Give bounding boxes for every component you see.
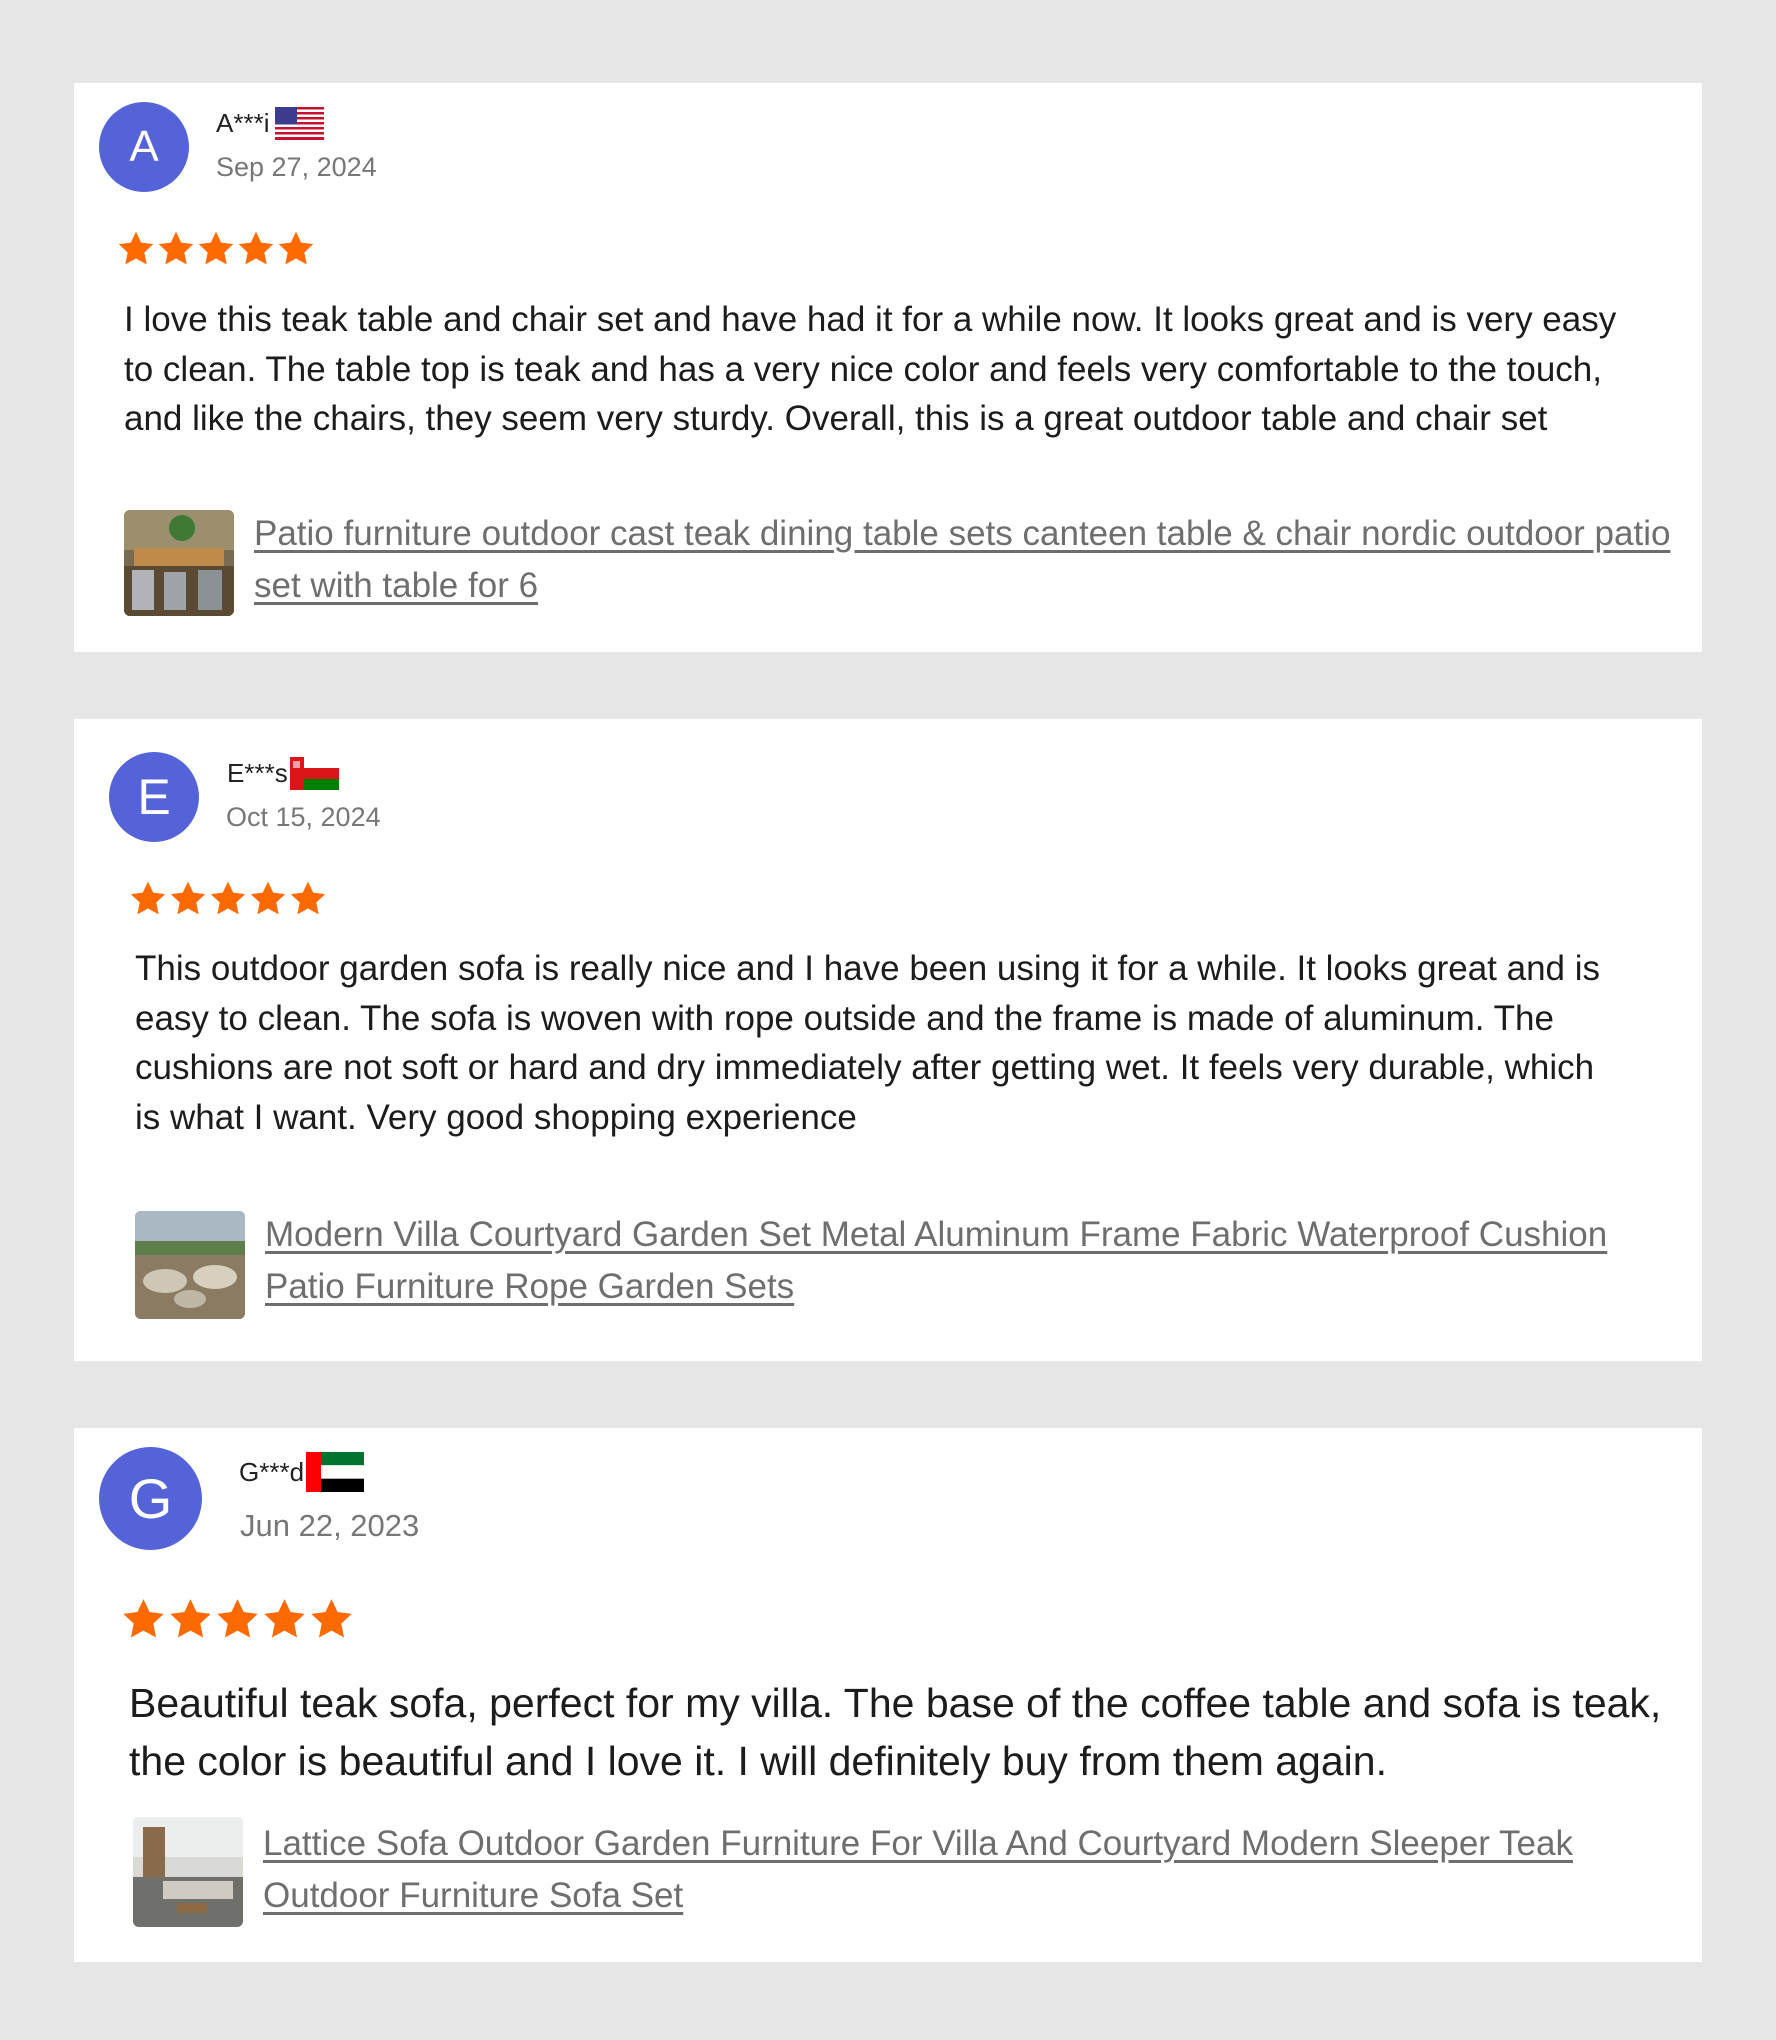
- star-icon: [276, 229, 316, 269]
- reviewer-line: A***i: [216, 107, 325, 140]
- review-card: E E***s Oct 15, 2024 This outdoor garden…: [74, 719, 1702, 1361]
- star-icon: [288, 879, 328, 919]
- product-link[interactable]: Modern Villa Courtyard Garden Set Metal …: [265, 1209, 1695, 1313]
- uae-flag-icon: [306, 1452, 365, 1492]
- review-date: Jun 22, 2023: [240, 1508, 420, 1543]
- reviewer-name: E***s: [227, 758, 288, 788]
- star-icon: [208, 879, 248, 919]
- star-icon: [261, 1596, 308, 1643]
- review-card: G G***d Jun 22, 2023 Beautiful teak sofa…: [74, 1428, 1702, 1962]
- avatar-letter: A: [129, 122, 159, 171]
- oman-flag-icon: [289, 757, 339, 790]
- star-icon: [156, 229, 196, 269]
- product-thumbnail[interactable]: [133, 1817, 243, 1927]
- star-rating: [116, 229, 316, 269]
- review-date: Sep 27, 2024: [216, 152, 377, 182]
- avatar-letter: G: [128, 1467, 173, 1530]
- reviewer-line: G***d: [239, 1452, 365, 1492]
- star-rating: [128, 879, 328, 919]
- review-text: Beautiful teak sofa, perfect for my vill…: [129, 1680, 1662, 1784]
- star-icon: [128, 879, 168, 919]
- product-link[interactable]: Patio furniture outdoor cast teak dining…: [254, 508, 1694, 612]
- star-icon: [120, 1596, 167, 1643]
- star-icon: [196, 229, 236, 269]
- us-flag-icon: [275, 107, 325, 140]
- avatar-letter: E: [137, 769, 171, 825]
- product-thumbnail[interactable]: [124, 510, 234, 616]
- review-date: Oct 15, 2024: [226, 802, 381, 832]
- star-icon: [248, 879, 288, 919]
- review-card: A A***i Sep 27, 2024 I love this teak ta…: [74, 83, 1702, 652]
- star-icon: [167, 1596, 214, 1643]
- reviewer-name: A***i: [216, 108, 270, 138]
- star-icon: [236, 229, 276, 269]
- star-icon: [168, 879, 208, 919]
- review-text: I love this teak table and chair set and…: [124, 300, 1617, 438]
- review-text: This outdoor garden sofa is really nice …: [135, 949, 1601, 1137]
- product-thumbnail[interactable]: [135, 1211, 245, 1319]
- star-icon: [308, 1596, 355, 1643]
- reviewer-name: G***d: [239, 1456, 305, 1487]
- reviewer-line: E***s: [227, 757, 339, 790]
- star-icon: [116, 229, 156, 269]
- avatar: E: [109, 752, 199, 842]
- avatar: G: [99, 1447, 202, 1550]
- star-rating: [120, 1596, 355, 1643]
- product-link[interactable]: Lattice Sofa Outdoor Garden Furniture Fo…: [263, 1818, 1663, 1922]
- avatar: A: [99, 102, 189, 192]
- star-icon: [214, 1596, 261, 1643]
